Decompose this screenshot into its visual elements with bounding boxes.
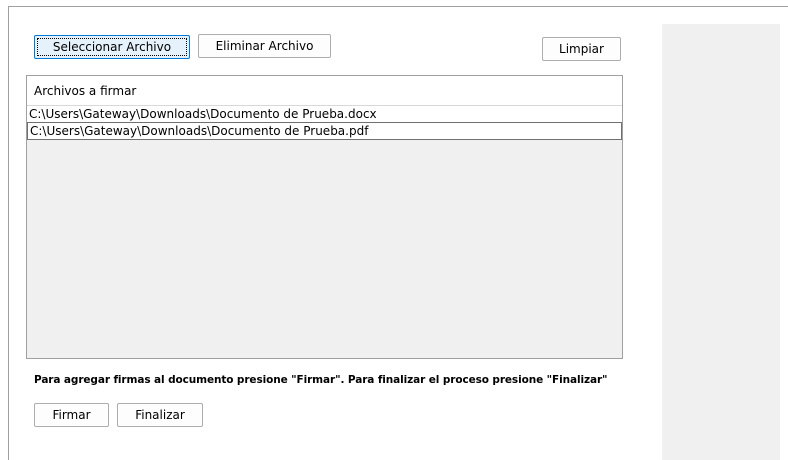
sign-button[interactable]: Firmar [34,403,109,427]
select-file-label: Seleccionar Archivo [52,40,172,54]
list-item-selected[interactable]: C:\Users\Gateway\Downloads\Documento de … [27,122,622,140]
finish-button[interactable]: Finalizar [117,403,203,427]
files-to-sign-list[interactable]: Archivos a firmar C:\Users\Gateway\Downl… [26,75,623,359]
sign-label: Firmar [52,408,91,422]
list-item[interactable]: C:\Users\Gateway\Downloads\Documento de … [27,106,622,122]
select-file-button[interactable]: Seleccionar Archivo [34,35,190,59]
finish-label: Finalizar [135,408,185,422]
delete-file-button[interactable]: Eliminar Archivo [198,34,331,58]
side-panel [662,24,780,460]
delete-file-label: Eliminar Archivo [215,39,314,53]
list-header: Archivos a firmar [27,76,622,106]
clear-button[interactable]: Limpiar [542,37,621,61]
instruction-text: Para agregar firmas al documento presion… [34,374,608,386]
window-border-top [8,6,788,7]
list-rows: C:\Users\Gateway\Downloads\Documento de … [27,106,622,140]
window-border-left [8,6,9,460]
clear-label: Limpiar [559,42,604,56]
